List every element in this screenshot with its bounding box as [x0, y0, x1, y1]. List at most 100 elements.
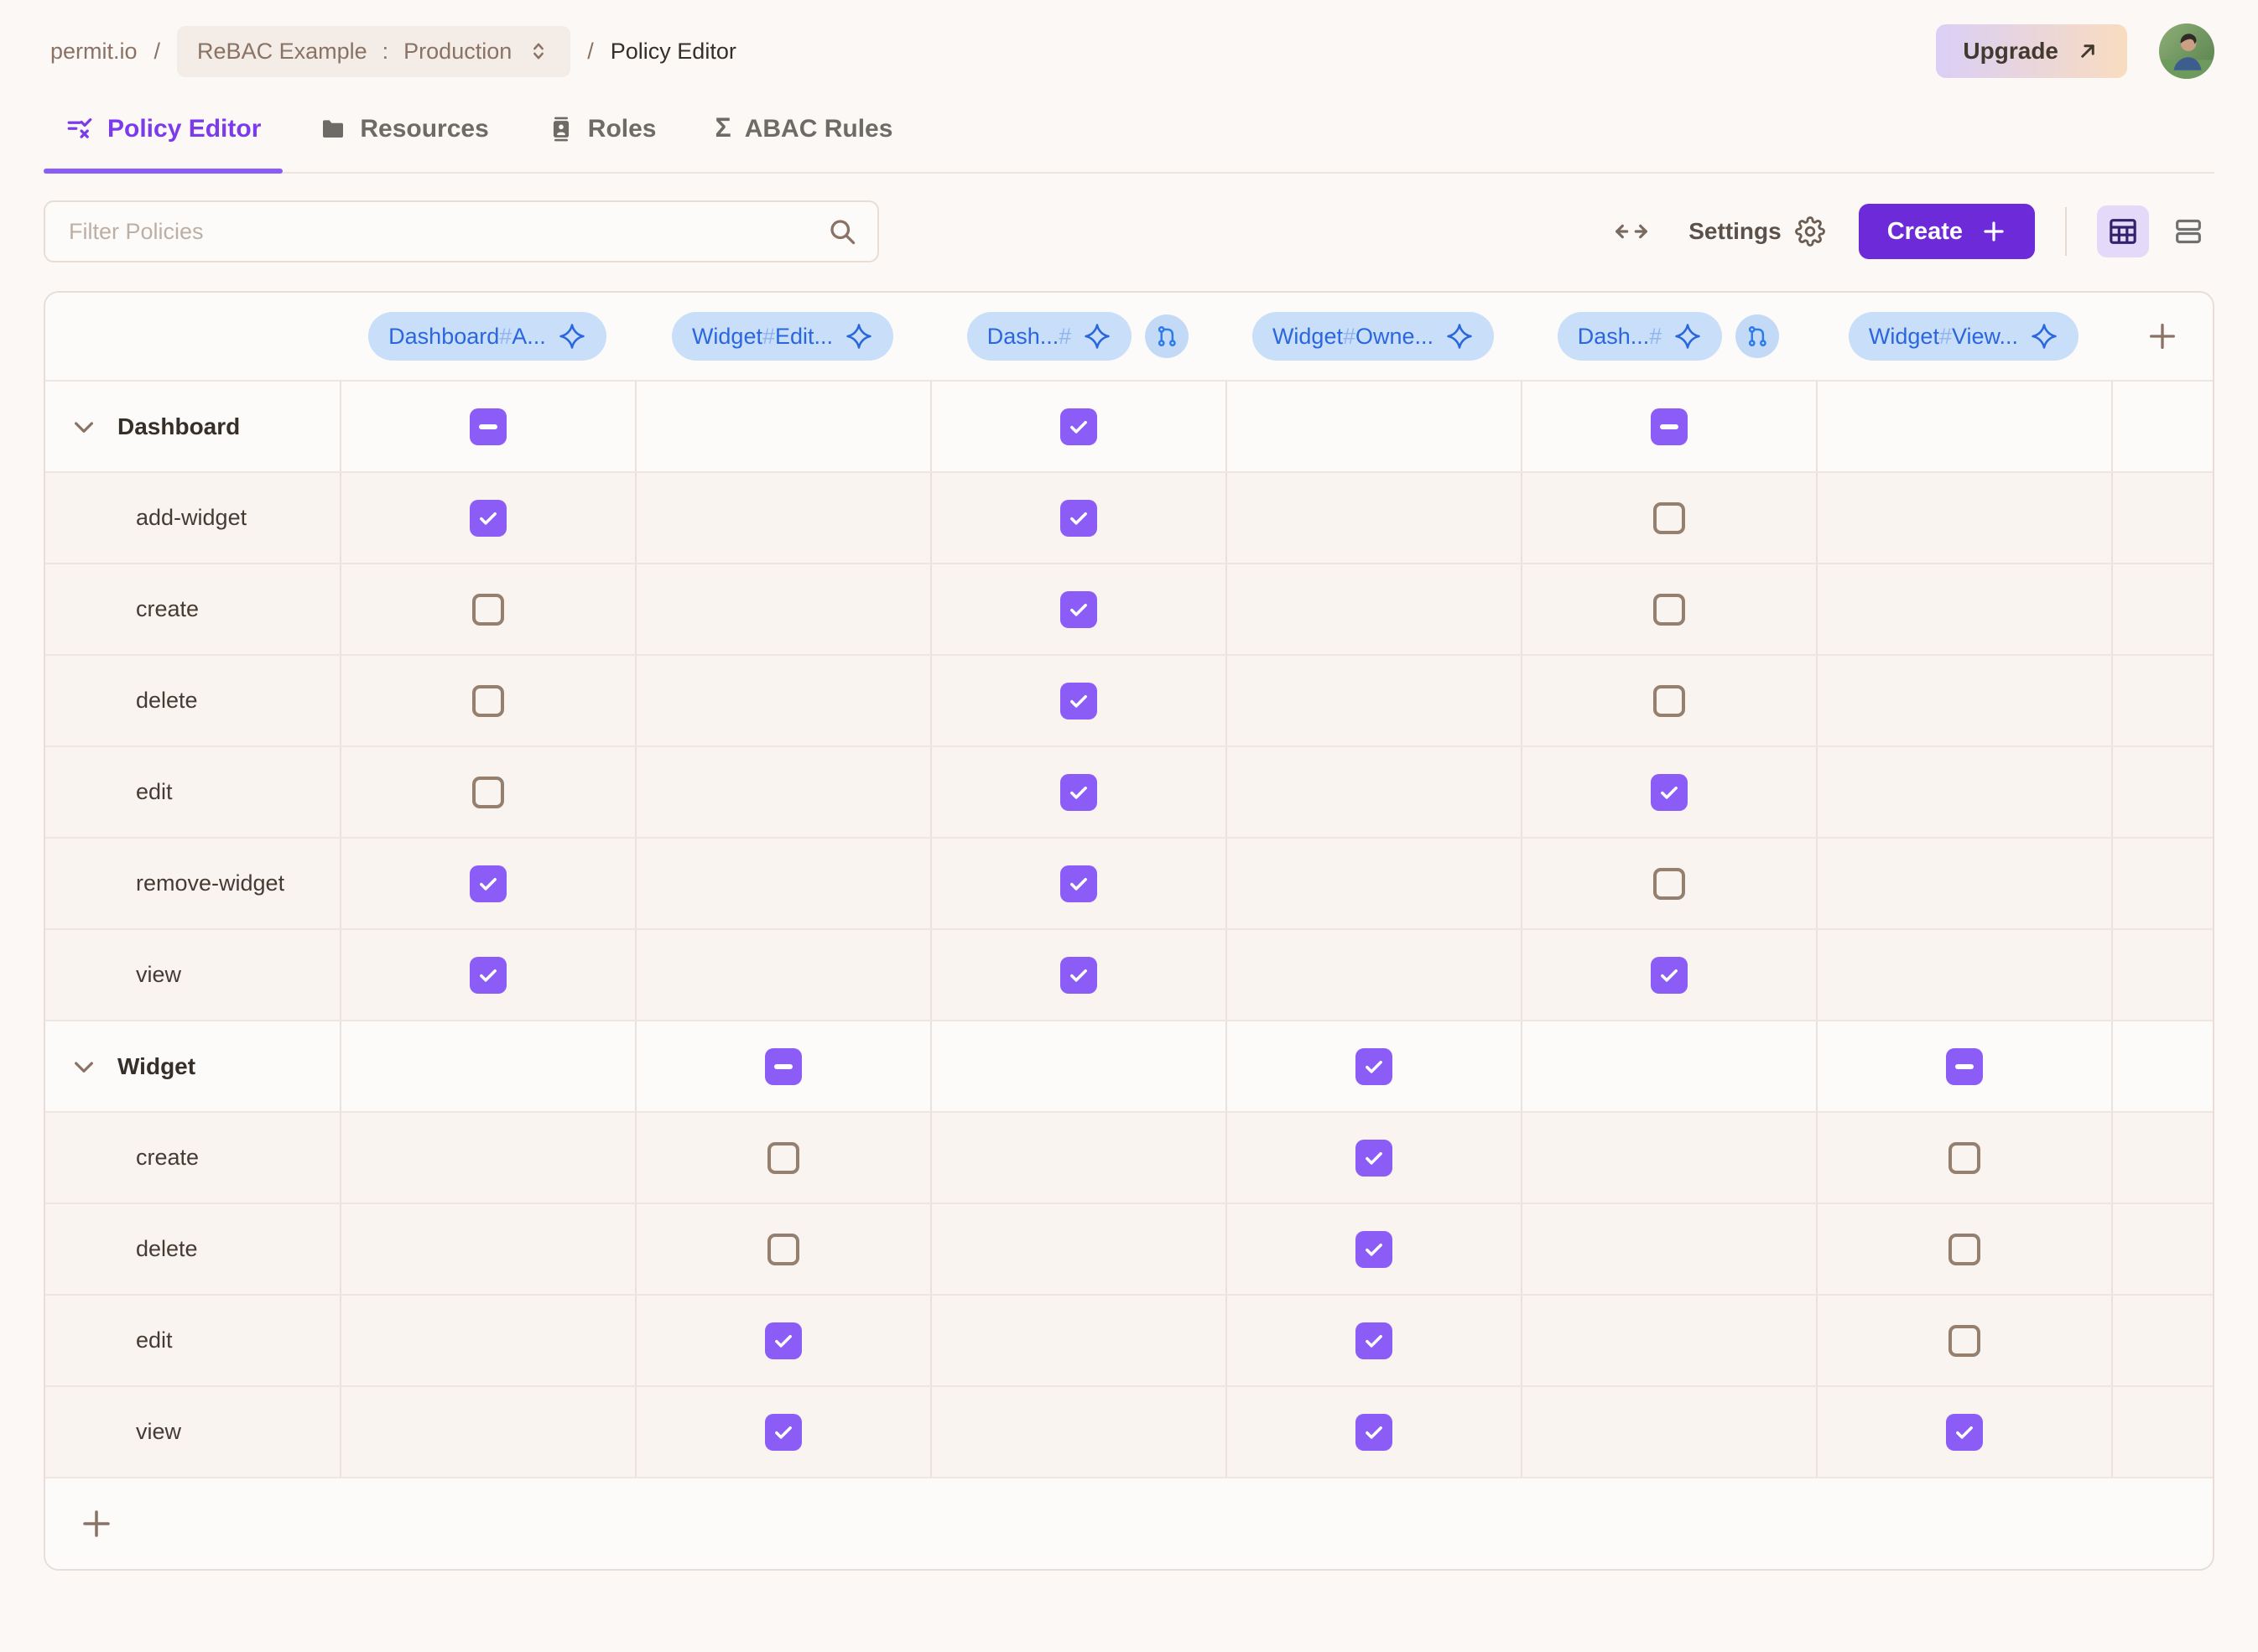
permission-cell	[930, 1204, 1225, 1294]
checkbox-checked[interactable]	[1651, 957, 1688, 994]
permission-cell	[1816, 930, 2111, 1020]
permission-cell	[1816, 1021, 2111, 1111]
permission-cell	[635, 1387, 930, 1477]
checkbox-unchecked[interactable]	[1653, 868, 1685, 900]
chevron-down-icon[interactable]	[70, 1053, 97, 1080]
environment-selector[interactable]: ReBAC Example : Production	[177, 26, 570, 77]
permission-cell	[340, 1204, 635, 1294]
permission-cell	[635, 1204, 930, 1294]
checkbox-unchecked[interactable]	[1653, 594, 1685, 626]
permission-cell	[1225, 382, 1521, 471]
tab-roles[interactable]: Roles	[548, 101, 657, 172]
checkbox-checked[interactable]	[1060, 408, 1097, 445]
chevron-down-icon[interactable]	[70, 413, 97, 440]
checkbox-checked[interactable]	[1946, 1414, 1983, 1451]
checkbox-checked[interactable]	[1355, 1322, 1392, 1359]
spare-cell	[2111, 1387, 2213, 1477]
checkbox-checked[interactable]	[470, 957, 507, 994]
permission-cell	[1521, 564, 1816, 654]
spare-cell	[2111, 1204, 2213, 1294]
checkbox-checked[interactable]	[1060, 683, 1097, 720]
checkbox-checked[interactable]	[1060, 865, 1097, 902]
list-view-toggle[interactable]	[2162, 205, 2214, 257]
tab-abac-rules[interactable]: ΣABAC Rules	[715, 101, 893, 172]
checkbox-unchecked[interactable]	[1948, 1142, 1980, 1174]
add-resource-button[interactable]	[79, 1506, 114, 1541]
permission-cell	[340, 747, 635, 837]
checkbox-unchecked[interactable]	[472, 777, 504, 808]
avatar[interactable]	[2159, 23, 2214, 79]
checkbox-checked[interactable]	[1651, 774, 1688, 811]
role-pill[interactable]: Widget#Owne...	[1252, 312, 1494, 361]
spare-cell	[2111, 382, 2213, 471]
add-resource-row	[45, 1477, 2213, 1569]
spare-cell	[2111, 473, 2213, 563]
checkbox-checked[interactable]	[765, 1322, 802, 1359]
spare-cell	[2111, 1113, 2213, 1203]
checkbox-indeterminate[interactable]	[1651, 408, 1688, 445]
checkbox-checked[interactable]	[1060, 591, 1097, 628]
row-label-cell: view	[45, 1387, 340, 1477]
permission-cell	[1816, 1204, 2111, 1294]
checkbox-unchecked[interactable]	[1653, 502, 1685, 534]
checkbox-unchecked[interactable]	[472, 685, 504, 717]
checkbox-checked[interactable]	[1355, 1048, 1392, 1085]
grid-view-toggle[interactable]	[2097, 205, 2149, 257]
permission-cell	[1225, 1296, 1521, 1385]
checkbox-unchecked[interactable]	[767, 1234, 799, 1265]
pill-resource: Widget#Owne...	[1272, 324, 1433, 350]
role-pill[interactable]: Widget#View...	[1849, 312, 2079, 361]
checkbox-checked[interactable]	[1060, 500, 1097, 537]
role-pill[interactable]: Dashboard#A...	[368, 312, 606, 361]
upgrade-button[interactable]: Upgrade	[1936, 24, 2127, 78]
checkbox-checked[interactable]	[765, 1414, 802, 1451]
row-label: delete	[136, 688, 198, 714]
checkbox-unchecked[interactable]	[1948, 1325, 1980, 1357]
permission-cell	[635, 747, 930, 837]
spare-cell	[2111, 839, 2213, 928]
add-column-button[interactable]	[2146, 319, 2179, 353]
search-icon[interactable]	[827, 216, 857, 247]
column-header: Dash...#	[1521, 312, 1816, 361]
filter-field	[44, 200, 879, 262]
settings-button[interactable]: Settings	[1688, 216, 1824, 247]
checkbox-indeterminate[interactable]	[765, 1048, 802, 1085]
checkbox-checked[interactable]	[1060, 957, 1097, 994]
checkbox-checked[interactable]	[470, 500, 507, 537]
permission-cell	[1225, 747, 1521, 837]
checkbox-unchecked[interactable]	[1653, 685, 1685, 717]
hash-sign: #	[1649, 324, 1662, 349]
permission-cell	[635, 1113, 930, 1203]
role-pill[interactable]: Dash...#	[967, 312, 1132, 361]
create-label: Create	[1887, 218, 1963, 246]
checkbox-checked[interactable]	[1355, 1140, 1392, 1177]
tab-resources[interactable]: Resources	[320, 101, 488, 172]
checkbox-checked[interactable]	[470, 865, 507, 902]
role-pill[interactable]: Dash...#	[1558, 312, 1723, 361]
checkbox-unchecked[interactable]	[1948, 1234, 1980, 1265]
action-row: view	[45, 928, 2213, 1020]
checkbox-checked[interactable]	[1355, 1414, 1392, 1451]
checkbox-indeterminate[interactable]	[470, 408, 507, 445]
breadcrumb-org[interactable]: permit.io	[50, 39, 138, 65]
checkbox-unchecked[interactable]	[472, 594, 504, 626]
role-pill[interactable]: Widget#Edit...	[672, 312, 893, 361]
checkbox-checked[interactable]	[1060, 774, 1097, 811]
row-label-cell: create	[45, 1113, 340, 1203]
permission-cell	[1816, 747, 2111, 837]
checkbox-checked[interactable]	[1355, 1231, 1392, 1268]
tab-policy-editor[interactable]: Policy Editor	[65, 101, 261, 172]
action-row: remove-widget	[45, 837, 2213, 928]
tab-label: Policy Editor	[107, 115, 261, 143]
filter-input[interactable]	[44, 200, 879, 262]
create-button[interactable]: Create	[1859, 204, 2035, 259]
permission-cell	[1225, 1113, 1521, 1203]
action-row: create	[45, 1111, 2213, 1203]
expand-columns-icon[interactable]	[1613, 218, 1650, 245]
policy-icon	[65, 115, 94, 143]
checkbox-unchecked[interactable]	[767, 1142, 799, 1174]
pill-resource: Dash...#	[1578, 324, 1662, 350]
permission-cell	[930, 1387, 1225, 1477]
chevron-updown-icon	[527, 39, 550, 63]
checkbox-indeterminate[interactable]	[1946, 1048, 1983, 1085]
